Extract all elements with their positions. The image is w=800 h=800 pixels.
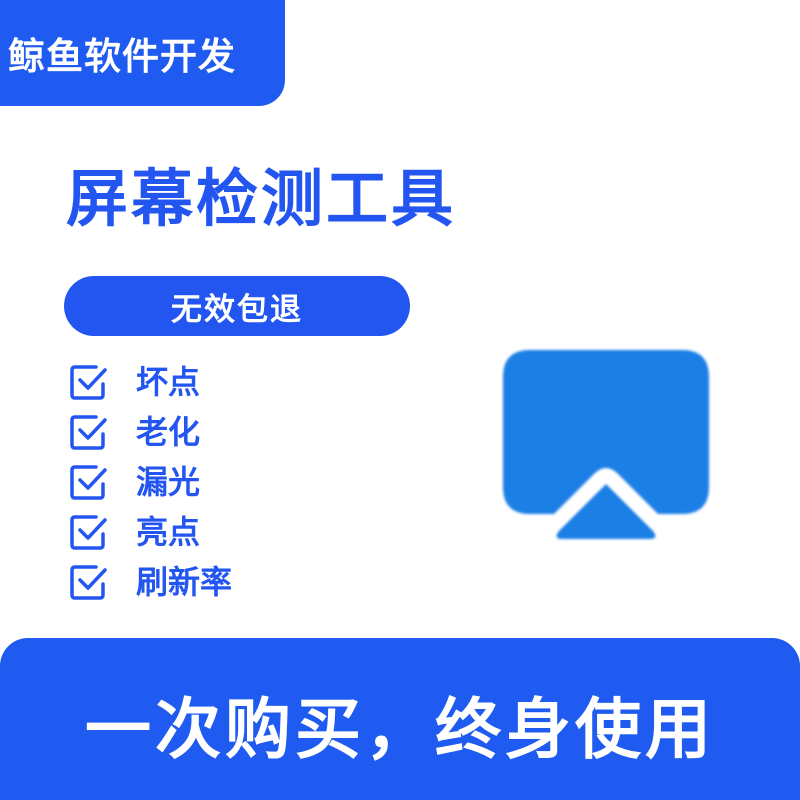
feature-item-refresh-rate: 刷新率 bbox=[68, 560, 328, 604]
feature-label: 老化 bbox=[136, 413, 201, 451]
feature-item-light-leak: 漏光 bbox=[68, 460, 328, 504]
feature-label: 漏光 bbox=[136, 463, 201, 501]
footer-slogan: 一次购买，终身使用 bbox=[85, 691, 715, 768]
feature-item-aging: 老化 bbox=[68, 410, 328, 454]
checkbox-checked-icon bbox=[70, 565, 107, 600]
feature-label: 坏点 bbox=[136, 363, 201, 401]
screen-cast-icon bbox=[503, 350, 709, 539]
brand-badge: 鲸鱼软件开发 bbox=[0, 0, 285, 106]
checkbox-checked-icon bbox=[70, 465, 107, 500]
feature-label: 刷新率 bbox=[136, 563, 233, 601]
feature-label: 亮点 bbox=[136, 513, 201, 551]
feature-item-bright-spot: 亮点 bbox=[68, 510, 328, 554]
guarantee-badge: 无效包退 bbox=[64, 276, 410, 336]
feature-item-dead-pixel: 坏点 bbox=[68, 360, 328, 404]
checkbox-checked-icon bbox=[70, 365, 107, 400]
page-title: 屏幕检测工具 bbox=[66, 162, 457, 235]
brand-name: 鲸鱼软件开发 bbox=[8, 35, 236, 78]
checkbox-checked-icon bbox=[70, 415, 107, 450]
guarantee-label: 无效包退 bbox=[171, 291, 303, 328]
checkbox-checked-icon bbox=[70, 515, 107, 550]
footer-banner: 一次购买，终身使用 bbox=[0, 638, 800, 800]
